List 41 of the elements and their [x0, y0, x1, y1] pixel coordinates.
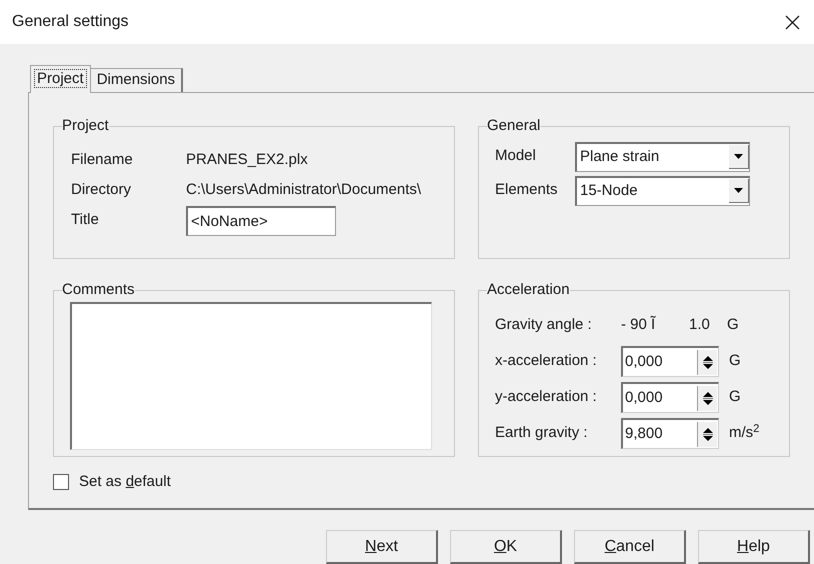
spinner-icon[interactable]	[697, 422, 717, 446]
unit-label: m/s$^{2}$	[729, 422, 760, 444]
group-title: Project	[62, 116, 109, 136]
field-value: C:\Users\Administrator\Documents\	[186, 180, 422, 200]
factor-value: 1.0	[689, 315, 711, 336]
title-field[interactable]: <NoName>	[186, 206, 336, 236]
tab[interactable]: Dimensions	[90, 68, 184, 92]
field-label: x-acceleration :	[495, 351, 598, 372]
field-label: Directory	[70, 180, 132, 200]
comments-field[interactable]	[70, 302, 432, 450]
field-label: Title	[70, 210, 100, 230]
field-label: Elements	[495, 180, 559, 200]
unit-label: G	[729, 351, 741, 372]
dropdown[interactable]: Plane strain	[575, 142, 750, 172]
angle-value: - 90 Ĩ	[621, 314, 657, 336]
tab[interactable]: Project	[30, 65, 91, 93]
field-label: Filename	[70, 150, 134, 170]
spinner-icon[interactable]	[697, 386, 717, 410]
spinner-icon[interactable]	[697, 350, 717, 374]
group-title: Acceleration	[487, 280, 570, 300]
checkbox[interactable]	[53, 474, 69, 490]
spin-field[interactable]: 0,000	[621, 346, 719, 377]
window-title: General settings	[12, 12, 129, 32]
checkbox-label: Set as default	[79, 472, 171, 492]
field-label: Model	[495, 146, 537, 166]
unit-label: G	[727, 315, 739, 336]
field-label: Earth gravity :	[495, 423, 589, 444]
group-title: General	[487, 116, 540, 136]
dropdown[interactable]: 15-Node	[575, 176, 750, 206]
field-label: Gravity angle :	[495, 315, 593, 336]
spin-field[interactable]: 9,800	[621, 418, 719, 449]
dialog-button[interactable]: Cancel	[574, 530, 686, 564]
dialog-button[interactable]: OK	[450, 530, 562, 564]
close-icon[interactable]	[785, 14, 800, 30]
group-title: Comments	[62, 280, 135, 300]
spin-field[interactable]: 0,000	[621, 382, 719, 413]
unit-label: G	[729, 387, 741, 408]
field-value: PRANES_EX2.plx	[186, 150, 308, 170]
dialog-button[interactable]: Next	[326, 530, 438, 564]
dialog-button[interactable]: Help	[698, 530, 810, 564]
field-label: y-acceleration :	[495, 387, 598, 408]
